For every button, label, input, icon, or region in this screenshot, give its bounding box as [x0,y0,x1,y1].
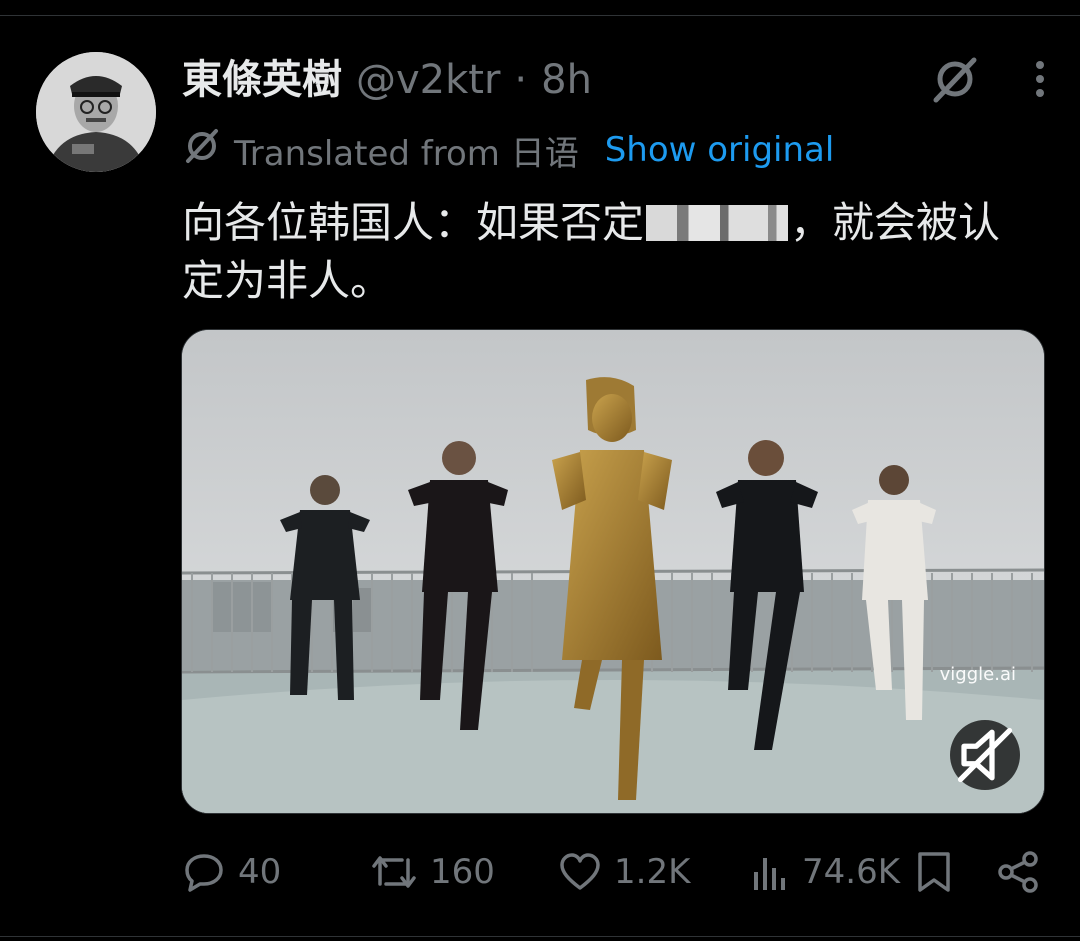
like-icon [560,853,600,890]
reply-icon [185,854,223,892]
display-name[interactable]: 東條英樹 [182,52,342,108]
avatar[interactable] [36,52,156,172]
translation-notice: Translated from 日语 Show original [182,126,835,175]
translated-from-label: Translated from 日语 [234,133,579,174]
view-count: 74.6K [802,852,900,892]
action-bar: 40 160 1.2K 74.6K [182,846,1042,898]
timestamp[interactable]: 8h [541,52,592,108]
mute-button[interactable] [950,720,1020,790]
views-button[interactable]: 74.6K [750,846,900,898]
tweet-header: 東條英樹 @v2ktr · 8h [182,52,592,108]
repost-icon [372,856,416,888]
top-divider [0,15,1080,16]
like-count: 1.2K [614,852,691,892]
bookmark-icon [918,852,950,892]
separator-dot: · [514,57,528,103]
show-original-link[interactable]: Show original [605,130,835,170]
views-icon [754,858,785,890]
mute-icon [957,727,1013,783]
video-watermark: viggle.ai [939,664,1016,685]
bottom-divider [0,936,1080,937]
repost-count: 160 [430,852,495,892]
like-button[interactable]: 1.2K [558,846,690,898]
grok-slash-icon[interactable] [930,54,980,104]
tweet-text: 向各位韩国人：如果否定 ，就会被认定为非人。 [182,194,1042,310]
user-handle[interactable]: @v2ktr [356,52,500,108]
tweet-video[interactable]: viggle.ai [181,329,1045,814]
tweet-text-part-1: 向各位韩国人：如果否定 [182,198,645,247]
translate-icon [182,126,222,175]
redacted-text-blur [646,205,789,241]
share-button[interactable] [996,846,1040,898]
bookmark-button[interactable] [914,846,954,898]
repost-button[interactable]: 160 [370,846,495,898]
more-options-icon[interactable] [1034,59,1046,99]
reply-button[interactable]: 40 [182,846,281,898]
share-icon [998,851,1038,893]
reply-count: 40 [238,852,282,892]
